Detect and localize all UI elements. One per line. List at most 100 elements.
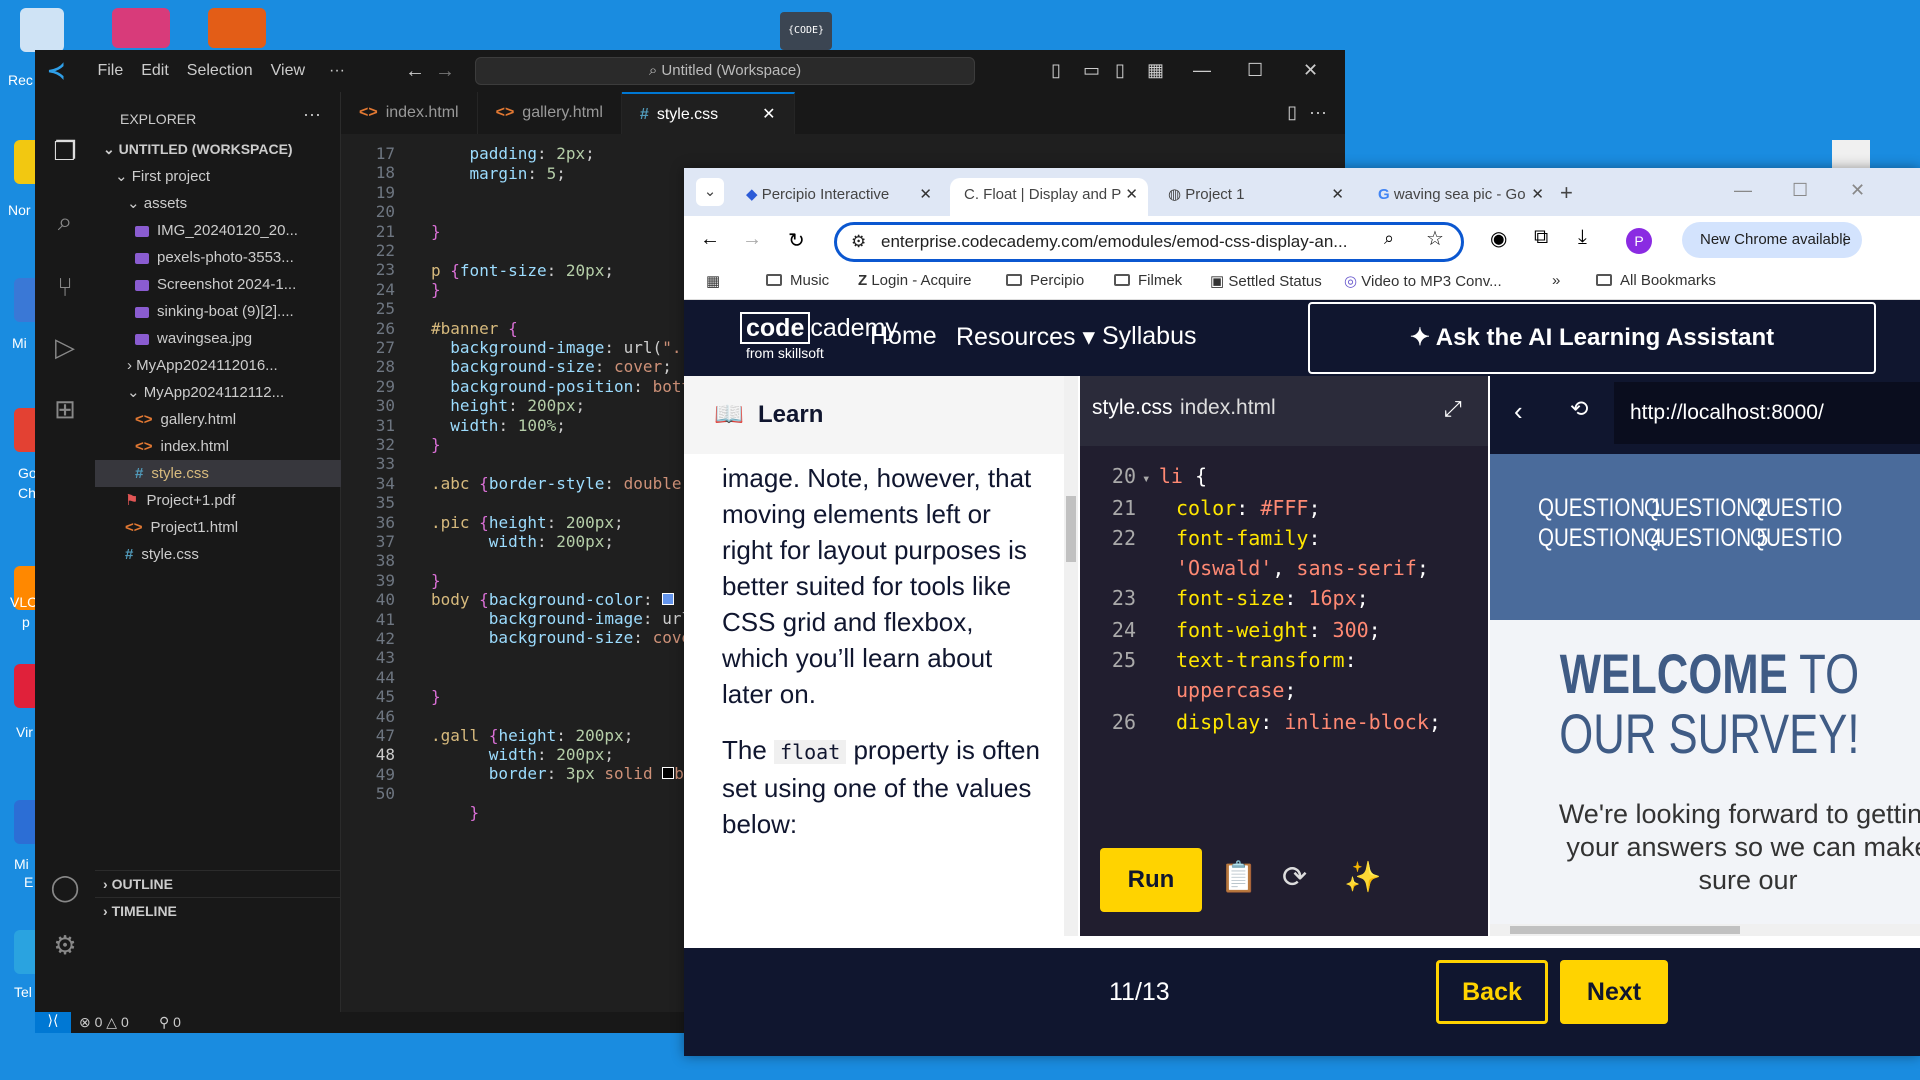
bookmarks-overflow-icon[interactable]: » [1552, 272, 1560, 289]
tree-file[interactable]: Screenshot 2024-1... [95, 271, 341, 298]
reload-icon[interactable]: ↻ [788, 228, 805, 253]
tree-folder[interactable]: ⌄ First project [95, 163, 341, 190]
menu-kebab-icon[interactable]: ⋮ [1837, 222, 1852, 258]
code-editor-icon[interactable]: {CODE} [780, 12, 832, 50]
back-button[interactable]: Back [1436, 960, 1548, 1024]
forward-icon[interactable]: → [742, 228, 762, 251]
reset-icon[interactable]: ⟳ [1282, 860, 1307, 895]
split-editor-icon[interactable]: ▯ [1287, 102, 1297, 123]
profile-avatar[interactable]: P [1626, 228, 1652, 254]
nav-resources[interactable]: Resources ▾ [956, 322, 1095, 352]
errors-icon[interactable]: ⊗ 0 △ 0 [79, 1014, 129, 1031]
tree-folder[interactable]: ⌄ MyApp2024112112... [95, 379, 341, 406]
menu-selection[interactable]: Selection [187, 62, 253, 80]
search-icon[interactable]: ⌕ [48, 206, 82, 238]
tab-index-html[interactable]: index.html [1180, 396, 1276, 420]
tree-folder[interactable]: › MyApp2024112016... [95, 352, 341, 379]
nav-syllabus[interactable]: Syllabus [1102, 322, 1197, 351]
nav-home[interactable]: Home [870, 322, 937, 351]
tab-style-css[interactable]: # style.css ✕ [621, 92, 795, 134]
tab-close-icon[interactable]: ✕ [1125, 178, 1138, 212]
media-player-icon[interactable] [112, 8, 170, 48]
tree-file[interactable]: <> gallery.html [95, 406, 341, 433]
preview-url[interactable]: http://localhost:8000/ [1614, 382, 1920, 444]
tab-close-icon[interactable]: ✕ [919, 178, 932, 212]
menu-file[interactable]: File [97, 62, 123, 80]
explorer-icon[interactable]: ❐ [48, 136, 82, 167]
bookmark-filmek[interactable]: Filmek [1114, 272, 1182, 289]
tab-index-html[interactable]: <> index.html [341, 92, 478, 134]
run-button[interactable]: Run [1100, 848, 1202, 912]
preview-refresh-icon[interactable]: ⟲ [1570, 396, 1588, 422]
explorer-more-icon[interactable]: ··· [303, 104, 321, 125]
bookmark-percipio[interactable]: Percipio [1006, 272, 1084, 289]
menu-view[interactable]: View [271, 62, 305, 80]
bookmark-login-acquire[interactable]: Z Login - Acquire [858, 272, 971, 289]
chrome-tab[interactable]: ◆ Percipio Interactive ✕ [732, 178, 942, 216]
remote-icon[interactable]: ⟩⟨ [35, 1012, 71, 1033]
recycle-bin-icon[interactable] [20, 8, 64, 52]
tree-file[interactable]: IMG_20240120_20... [95, 217, 341, 244]
extensions-puzzle-icon[interactable]: ⧉ [1534, 226, 1548, 249]
run-debug-icon[interactable]: ▷ [48, 332, 82, 363]
bookmark-settled-status[interactable]: ▣ Settled Status [1210, 272, 1322, 290]
settings-gear-icon[interactable]: ⚙ [48, 930, 82, 961]
file-icon[interactable] [1832, 140, 1870, 170]
tree-file[interactable]: # style.css [95, 541, 341, 568]
bookmark-music[interactable]: Music [766, 272, 829, 289]
tree-file[interactable]: <> index.html [95, 433, 341, 460]
workspace-root[interactable]: ⌄ UNTITLED (WORKSPACE) [95, 136, 341, 163]
tree-file[interactable]: <> Project1.html [95, 514, 341, 541]
site-info-icon[interactable]: ⚙ [851, 225, 866, 259]
tree-file[interactable]: pexels-photo-3553... [95, 244, 341, 271]
address-bar[interactable]: ⚙ enterprise.codecademy.com/emodules/emo… [834, 222, 1464, 262]
extensions-icon[interactable]: ⊞ [48, 394, 82, 425]
tab-close-icon[interactable]: ✕ [1331, 178, 1344, 212]
minimize-icon[interactable]: — [1193, 60, 1211, 81]
editor-more-icon[interactable]: ··· [1309, 102, 1327, 123]
tab-close-icon[interactable]: ✕ [762, 106, 775, 123]
tree-folder[interactable]: ⌄ assets [95, 190, 341, 217]
question-link[interactable]: QUESTIO [1750, 494, 1842, 523]
next-button[interactable]: Next [1560, 960, 1668, 1024]
tab-gallery-html[interactable]: <> gallery.html [478, 92, 622, 134]
chrome-tab-active[interactable]: C. Float | Display and P ✕ [950, 178, 1148, 216]
tree-file[interactable]: wavingsea.jpg [95, 325, 341, 352]
tab-close-icon[interactable]: ✕ [1531, 178, 1544, 212]
close-icon[interactable]: ✕ [1850, 180, 1865, 201]
tree-file[interactable]: ⚑ Project+1.pdf [95, 487, 341, 514]
scrollbar-thumb[interactable] [1510, 926, 1740, 934]
account-icon[interactable]: ◯ [48, 872, 82, 903]
toggle-sidebar-icon[interactable]: ▯ [1051, 60, 1061, 81]
tree-file-selected[interactable]: # style.css [95, 460, 341, 487]
command-center-search[interactable]: ⌕ Untitled (Workspace) [475, 57, 975, 85]
learn-scrollbar[interactable] [1064, 376, 1078, 936]
apps-grid-icon[interactable]: ▦ [706, 272, 720, 290]
preview-hscrollbar[interactable] [1490, 924, 1920, 936]
source-control-icon[interactable]: ⑂ [48, 272, 82, 303]
maximize-icon[interactable]: ☐ [1792, 180, 1808, 201]
toggle-panel-icon[interactable]: ▭ [1083, 60, 1100, 81]
forward-arrow-icon[interactable]: → [435, 60, 455, 83]
tab-style-css[interactable]: style.css [1092, 396, 1173, 420]
toggle-secondary-sidebar-icon[interactable]: ▯ [1115, 60, 1125, 81]
menu-edit[interactable]: Edit [141, 62, 169, 80]
close-icon[interactable]: ✕ [1303, 60, 1318, 81]
new-tab-icon[interactable]: + [1560, 180, 1573, 206]
question-link[interactable]: QUESTIO [1750, 524, 1842, 553]
tree-file[interactable]: sinking-boat (9)[2].... [95, 298, 341, 325]
tab-search-icon[interactable]: ⌄ [696, 178, 724, 206]
ports-icon[interactable]: ⚲ 0 [159, 1014, 181, 1031]
chrome-tab[interactable]: G waving sea pic - Go ✕ [1364, 178, 1554, 216]
scrollbar-thumb[interactable] [1066, 496, 1076, 562]
back-icon[interactable]: ← [700, 228, 720, 251]
video-app-icon[interactable] [208, 8, 266, 48]
all-bookmarks[interactable]: All Bookmarks [1596, 272, 1716, 289]
copy-to-clipboard-icon[interactable]: 📋 [1220, 860, 1257, 895]
outline-section[interactable]: › OUTLINE [95, 870, 341, 897]
preview-back-icon[interactable]: ‹ [1514, 396, 1523, 427]
minimize-icon[interactable]: — [1734, 180, 1752, 201]
ai-fix-icon[interactable]: ✨ [1344, 860, 1381, 895]
expand-icon[interactable]: ⤢ [1444, 396, 1462, 422]
code-editor[interactable]: 20 ▾ li { 21 color: #FFF; 22 font-family… [1080, 460, 1488, 840]
